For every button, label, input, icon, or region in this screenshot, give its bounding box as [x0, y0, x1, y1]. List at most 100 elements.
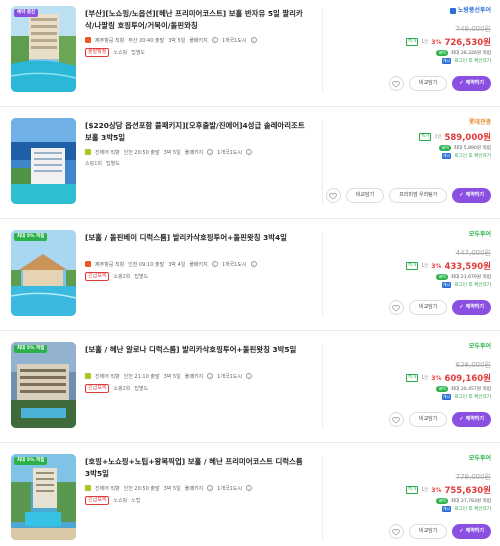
schedule: 인천 21:10 출발 — [123, 373, 160, 380]
product-title[interactable]: [호핑+노쇼핑+노팁+왕복픽업] 보홀 / 헤난 프리미어코스트 디럭스룸 3박… — [85, 456, 310, 479]
per-person: 1인 — [421, 264, 429, 269]
product-tags: 출발확정 노쇼핑 팁별도 — [85, 48, 310, 57]
product-title[interactable]: [보홀 / 돌핀베이 디럭스룸] 발리카삭호핑투어+돌핀왓칭 3박4일 — [85, 232, 310, 255]
check-icon: ✓ — [459, 80, 464, 86]
benefit-tag: 혜택 — [439, 145, 451, 151]
info-icon[interactable]: i — [207, 373, 214, 379]
info-icon[interactable]: i — [250, 37, 257, 43]
compare-button[interactable]: 비교담기 — [408, 412, 448, 427]
info-icon[interactable]: i — [245, 373, 252, 379]
info-icon[interactable]: i — [245, 485, 252, 491]
reserve-button[interactable]: ✓ 예약하기 — [452, 76, 491, 91]
compare-button[interactable]: 비교담기 — [408, 524, 448, 539]
package-type: 풀패키지 — [189, 37, 208, 44]
product-card[interactable]: 최대 5% 적립 [호핑+노쇼핑+노팁+왕복픽업] 보홀 / 헤난 프리미어코스… — [0, 442, 500, 546]
divider — [322, 232, 323, 317]
product-title[interactable]: [부산][노쇼핑/노옵션][헤난 프리미어코스트] 보홀 반자유 5일 팔리카삭… — [85, 8, 310, 31]
product-card[interactable]: 예약 증진 [부산][노쇼핑/노옵션][헤난 프리미어코스트] 보홀 반자유 5… — [0, 2, 500, 112]
status-tag: 긴급모객 — [85, 272, 110, 281]
supplier: 제주항공 직항 — [95, 37, 125, 44]
compare-button[interactable]: 비교담기 — [345, 188, 385, 203]
tag: 팁별도 — [105, 161, 120, 167]
tag: 쇼핑2회 — [113, 274, 131, 280]
product-thumbnail[interactable]: 최대 5% 적립 — [11, 454, 76, 540]
schedule: 인천 20:50 출발 — [123, 149, 160, 156]
resort-pool-image — [11, 230, 76, 316]
supplier: 진에어 직항 — [95, 485, 120, 492]
benefit-text: 최대 36,326원 적립 — [450, 51, 491, 56]
compare-button[interactable]: 비교담기 — [408, 76, 448, 91]
discount-percent: 3% — [431, 486, 442, 494]
tag: 노쇼핑 — [113, 498, 128, 504]
airline-icon — [85, 37, 91, 43]
schedule: 인천 09:10 출발 — [128, 261, 165, 268]
price-row: 특가 1인 3% 433,590원 — [331, 260, 491, 272]
check-icon: ✓ — [459, 192, 464, 198]
heart-icon — [329, 192, 338, 199]
cashback-link[interactable]: 로그인 후 확인하기 — [454, 506, 491, 512]
info-icon[interactable]: i — [211, 261, 218, 267]
original-price: 628,000원 — [455, 361, 491, 369]
status-tag: 긴급모객 — [85, 384, 110, 393]
supplier: 진에어 직항 — [95, 373, 120, 380]
reserve-button[interactable]: ✓ 예약하기 — [452, 300, 491, 315]
brand-logo: 모두투어 — [468, 231, 491, 238]
supplier: 제주항공 직항 — [95, 261, 125, 268]
product-thumbnail[interactable]: 예약 증진 — [11, 6, 76, 92]
cashback-tag: 캐시 — [441, 282, 452, 288]
product-card[interactable]: 최대 5% 적립 [보홀 / 헤난 알로나 디럭스룸] 발리카삭호핑투어+돌핀왓… — [0, 330, 500, 448]
reserve-button[interactable]: ✓ 예약하기 — [452, 524, 491, 539]
wishlist-button[interactable] — [388, 76, 404, 91]
price-row: 특가 1인 3% 609,160원 — [331, 372, 491, 384]
wishlist-button[interactable] — [388, 524, 404, 539]
product-title[interactable]: [보홀 / 헤난 알로나 디럭스룸] 발리카삭호핑투어+돌핀왓칭 3박5일 — [85, 344, 310, 367]
package-type: 풀패키지 — [184, 485, 204, 492]
price-badge: 특가 — [405, 38, 419, 46]
room-info: 1개국1도시 — [217, 373, 242, 380]
discount-percent: 3% — [431, 38, 442, 46]
cashback-link[interactable]: 로그인 후 확인하기 — [454, 282, 491, 288]
info-icon[interactable]: i — [207, 485, 214, 491]
brand-logo: 모두투어 — [468, 455, 491, 462]
reserve-button[interactable]: ✓ 예약하기 — [452, 412, 491, 427]
info-icon[interactable]: i — [245, 149, 252, 155]
cashback-row: 캐시 로그인 후 확인하기 — [331, 58, 491, 64]
wishlist-button[interactable] — [388, 300, 404, 315]
product-title[interactable]: [$220상당 옵션포함 풀패키지][오후출발/진에어]4성급 솔레아리조트 보… — [85, 120, 310, 143]
wishlist-button[interactable] — [325, 188, 341, 203]
price-badge: 특가 — [405, 486, 419, 494]
cashback-link[interactable]: 로그인 후 확인하기 — [454, 58, 491, 64]
duration: 3박 4일 — [168, 261, 186, 268]
info-icon[interactable]: i — [207, 149, 214, 155]
product-card[interactable]: [$220상당 옵션포함 풀패키지][오후출발/진에어]4성급 솔레아리조트 보… — [0, 106, 500, 224]
package-type: 풀패키지 — [189, 261, 208, 268]
cashback-row: 캐시 로그인 후 확인하기 — [331, 153, 491, 159]
product-card[interactable]: 최대 5% 적립 [보홀 / 돌핀베이 디럭스룸] 발리카삭호핑투어+돌핀왓칭 … — [0, 218, 500, 336]
product-meta: 진에어 직항 인천 20:50 출발 3박 5일 풀패키지 i 1개국1도시 i — [85, 148, 310, 156]
tag: 노팁 — [131, 498, 141, 504]
check-icon: ✓ — [459, 528, 464, 534]
wishlist-button[interactable] — [388, 412, 404, 427]
benefit-tag: 혜택 — [436, 274, 448, 280]
heart-icon — [392, 528, 401, 535]
discount-percent: 3% — [431, 262, 442, 270]
product-thumbnail[interactable]: 최대 5% 적립 — [11, 230, 76, 316]
thumbnail-badge: 최대 5% 적립 — [14, 345, 48, 354]
product-meta: 제주항공 직항 부산 20:40 출발 3박 5일 풀패키지 i 1개국1도시 … — [85, 36, 310, 44]
premium-button[interactable]: 프리미엄 우리팀가 — [389, 188, 448, 203]
reserve-button[interactable]: ✓ 예약하기 — [452, 188, 491, 203]
per-person: 1인 — [421, 40, 429, 45]
info-icon[interactable]: i — [211, 37, 218, 43]
cashback-link[interactable]: 로그인 후 확인하기 — [454, 394, 491, 400]
room-info: 1개국1도시 — [221, 37, 247, 44]
divider — [322, 456, 323, 541]
compare-button[interactable]: 비교담기 — [408, 300, 448, 315]
product-thumbnail[interactable] — [11, 118, 76, 204]
info-icon[interactable]: i — [250, 261, 257, 267]
original-price: 779,000원 — [455, 473, 491, 481]
product-thumbnail[interactable]: 최대 5% 적립 — [11, 342, 76, 428]
room-info: 1개국1도시 — [221, 261, 247, 268]
schedule: 인천 20:50 출발 — [123, 485, 160, 492]
cashback-tag: 캐시 — [441, 394, 452, 400]
cashback-link[interactable]: 로그인 후 확인하기 — [454, 153, 491, 159]
